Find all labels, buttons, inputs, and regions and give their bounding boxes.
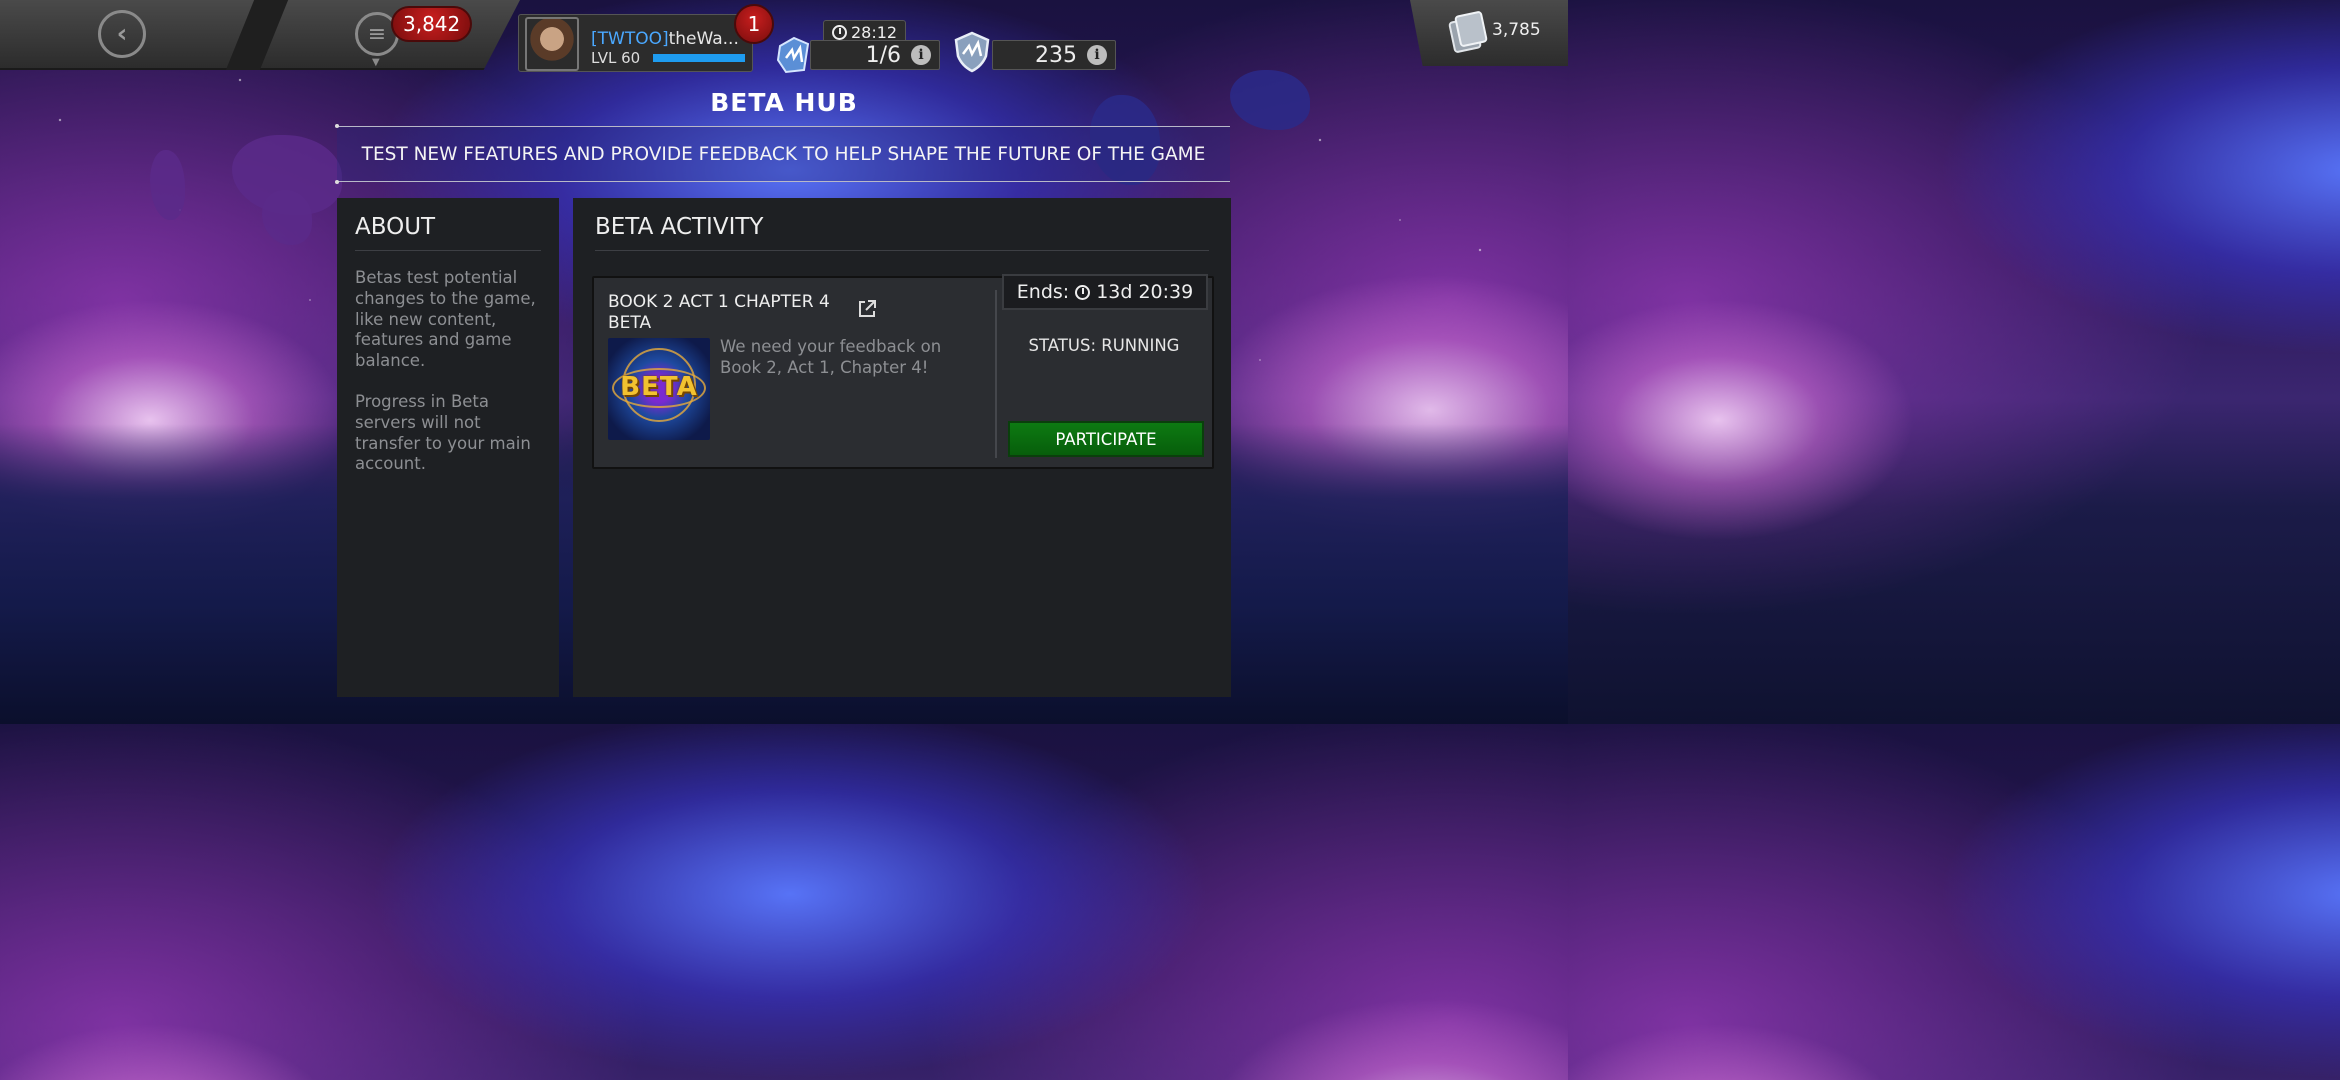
info-icon[interactable]: i bbox=[1087, 45, 1107, 65]
beta-logo: BETA bbox=[620, 372, 698, 402]
page-title: BETA HUB bbox=[710, 88, 858, 117]
player-name-line: [TWTOO]theWa... bbox=[591, 29, 739, 49]
player-level: LVL 60 bbox=[591, 49, 641, 67]
ends-timer: Ends: 13d 20:39 bbox=[1002, 274, 1208, 310]
avatar bbox=[525, 17, 579, 71]
divider bbox=[355, 250, 541, 251]
menu-icon: ≡ bbox=[367, 21, 387, 47]
about-paragraph: Progress in Beta servers will not transf… bbox=[355, 391, 531, 474]
back-button[interactable]: ‹ bbox=[98, 10, 146, 58]
beta-activity-card: BOOK 2 ACT 1 CHAPTER 4 BETA BETA We need… bbox=[592, 274, 1214, 469]
ends-label: Ends: bbox=[1016, 281, 1070, 303]
caret-down-icon: ▼ bbox=[372, 57, 380, 68]
page-subtitle-text: TEST NEW FEATURES AND PROVIDE FEEDBACK T… bbox=[361, 143, 1206, 165]
level-progress-fill bbox=[653, 54, 745, 62]
about-text: Betas test potential changes to the game… bbox=[355, 268, 550, 495]
beta-card-title: BOOK 2 ACT 1 CHAPTER 4 BETA bbox=[608, 292, 830, 333]
asteroid bbox=[232, 135, 342, 215]
about-paragraph: Betas test potential changes to the game… bbox=[355, 268, 536, 371]
units-currency-icon[interactable] bbox=[1446, 8, 1490, 54]
about-heading: ABOUT bbox=[355, 214, 436, 240]
about-panel: ABOUT Betas test potential changes to th… bbox=[337, 198, 559, 697]
status-label: STATUS: RUNNING bbox=[1028, 336, 1180, 355]
currency-value: 3,785 bbox=[1492, 20, 1541, 40]
energy-icon bbox=[776, 36, 810, 74]
energy-value: 1/6 bbox=[865, 42, 901, 68]
shield-icon bbox=[954, 31, 990, 73]
stopwatch-icon bbox=[832, 24, 847, 40]
player-name: theWa... bbox=[668, 29, 739, 49]
divider bbox=[995, 290, 997, 458]
notification-count-badge[interactable]: 3,842 bbox=[391, 6, 473, 42]
energy-stat[interactable]: 1/6 i bbox=[810, 40, 940, 70]
beta-card-image: BETA bbox=[608, 338, 710, 440]
player-profile[interactable]: [TWTOO]theWa... LVL 60 bbox=[518, 14, 753, 72]
asteroid bbox=[262, 190, 312, 245]
divider bbox=[595, 250, 1209, 251]
asteroid bbox=[150, 150, 185, 220]
energy-timer-value: 28:12 bbox=[851, 22, 898, 42]
beta-activity-heading: BETA ACTIVITY bbox=[595, 214, 764, 240]
alliance-tag: [TWTOO] bbox=[591, 29, 669, 49]
profile-notification-badge[interactable]: 1 bbox=[734, 4, 774, 44]
shield-stat[interactable]: 235 i bbox=[992, 40, 1116, 70]
stopwatch-icon bbox=[1075, 284, 1091, 300]
chevron-left-icon: ‹ bbox=[116, 19, 128, 49]
participate-button[interactable]: PARTICIPATE bbox=[1008, 421, 1204, 457]
beta-activity-panel: BETA ACTIVITY BOOK 2 ACT 1 CHAPTER 4 BET… bbox=[573, 198, 1231, 697]
ends-value: 13d 20:39 bbox=[1096, 281, 1194, 303]
page-subtitle: TEST NEW FEATURES AND PROVIDE FEEDBACK T… bbox=[335, 124, 1230, 184]
info-icon[interactable]: i bbox=[911, 45, 931, 65]
level-progress-bar bbox=[653, 54, 745, 62]
shield-value: 235 bbox=[1035, 42, 1077, 68]
beta-card-description: We need your feedback on Book 2, Act 1, … bbox=[720, 337, 942, 377]
external-link-icon[interactable] bbox=[856, 298, 878, 320]
